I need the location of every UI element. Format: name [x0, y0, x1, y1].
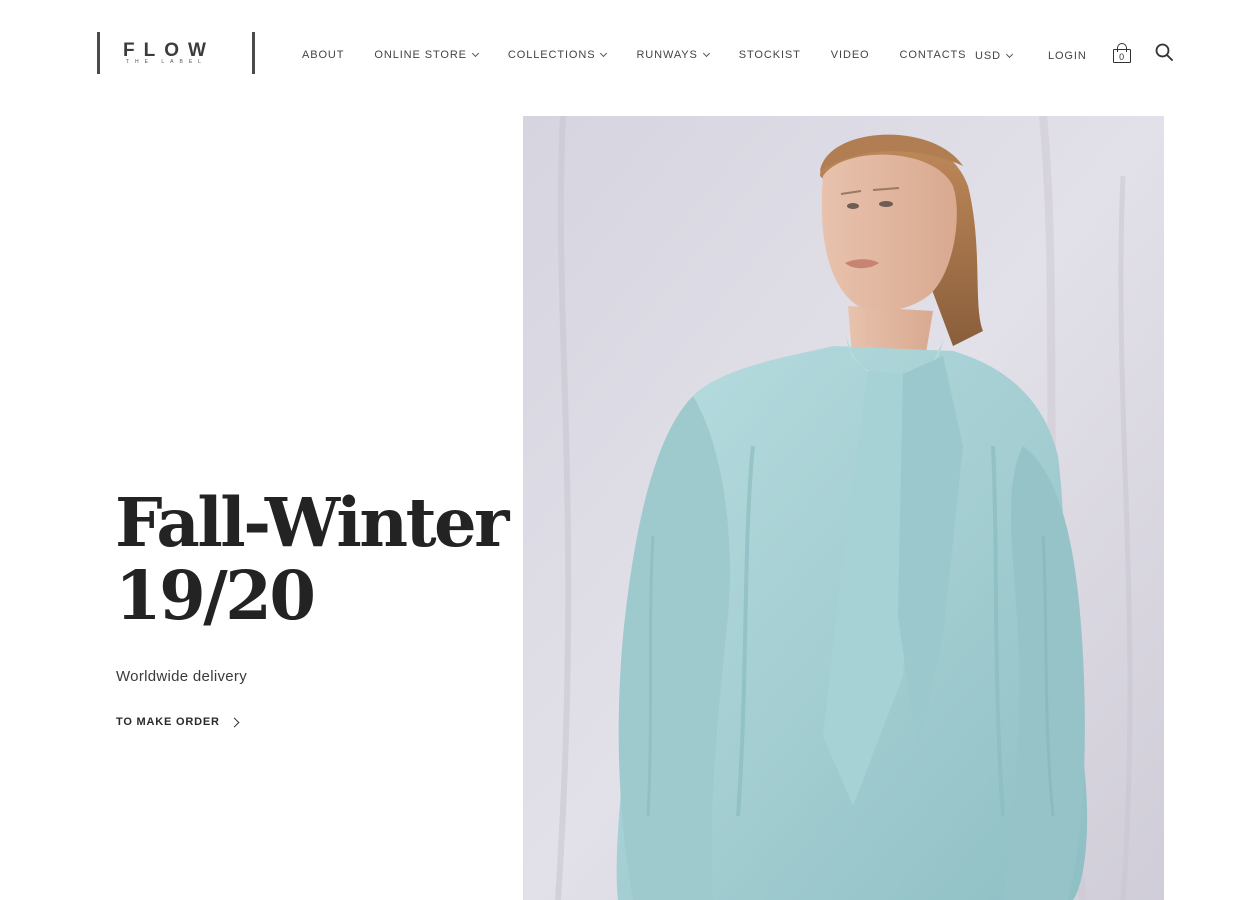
nav-collections[interactable]: COLLECTIONS: [507, 49, 608, 61]
nav-stockist[interactable]: STOCKIST: [739, 49, 801, 61]
brand-logo[interactable]: FLOW THE LABEL: [97, 32, 255, 74]
nav-about[interactable]: ABOUT: [302, 49, 344, 61]
chevron-down-icon: [1005, 50, 1013, 59]
nav-label: STOCKIST: [738, 49, 801, 61]
logo-bar-left: [97, 32, 100, 74]
brand-tagline: THE LABEL: [126, 59, 207, 65]
chevron-down-icon: [471, 49, 479, 58]
currency-selector[interactable]: USD: [975, 50, 1013, 62]
hero-subtitle: Worldwide delivery: [116, 668, 248, 685]
page: FLOW THE LABEL ABOUT ONLINE STORE COLLEC…: [0, 0, 1257, 900]
chevron-down-icon: [600, 49, 608, 58]
hero-photo: [523, 116, 1164, 900]
hero-title-line1: Fall-Winter: [115, 483, 509, 562]
nav-contacts[interactable]: CONTACTS: [900, 49, 967, 61]
nav-runways[interactable]: RUNWAYS: [636, 49, 710, 61]
hero-title: Fall-Winter 19/20: [115, 486, 515, 632]
shopping-bag-icon[interactable]: 0: [1112, 43, 1131, 63]
logo-bar-right: [252, 32, 255, 74]
login-link[interactable]: LOGIN: [1048, 50, 1087, 62]
nav-video[interactable]: VIDEO: [831, 49, 870, 61]
main-nav: ABOUT ONLINE STORE COLLECTIONS RUNWAYS S…: [302, 49, 996, 61]
search-icon[interactable]: [1155, 43, 1173, 61]
make-order-button[interactable]: TO MAKE ORDER: [116, 716, 240, 728]
nav-label: VIDEO: [830, 49, 870, 61]
chevron-right-icon: [229, 717, 240, 727]
nav-label: RUNWAYS: [636, 49, 698, 61]
nav-label: ONLINE STORE: [374, 49, 467, 61]
cart-count: 0: [1119, 52, 1125, 62]
nav-label: CONTACTS: [899, 49, 967, 61]
nav-label: ABOUT: [302, 49, 345, 61]
login-label: LOGIN: [1047, 50, 1087, 62]
cta-label: TO MAKE ORDER: [116, 716, 220, 728]
chevron-down-icon: [702, 49, 710, 58]
nav-online-store[interactable]: ONLINE STORE: [374, 49, 479, 61]
nav-label: COLLECTIONS: [507, 49, 596, 61]
header-utilities: USD LOGIN 0: [975, 43, 1173, 63]
hero-title-line2: 19/20: [115, 556, 316, 635]
currency-label: USD: [975, 50, 1001, 62]
hero-image: [523, 116, 1164, 900]
